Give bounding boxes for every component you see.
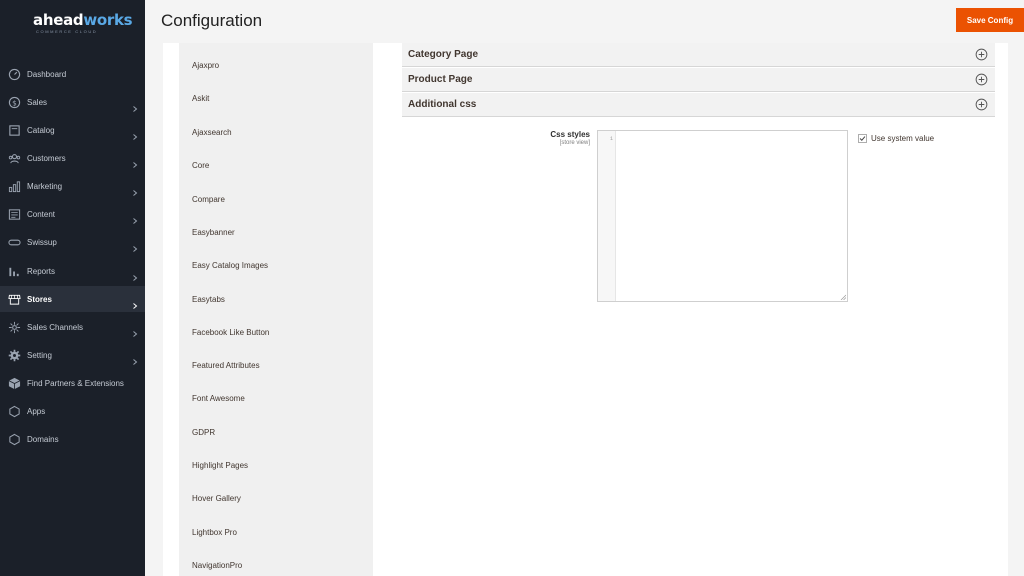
sidebar-item-reports[interactable]: Reports	[0, 258, 145, 284]
tab-navigationpro[interactable]: NavigationPro	[192, 561, 242, 570]
sidebar-item-label: Marketing	[27, 181, 63, 191]
sidebar-item-sales[interactable]: $ Sales	[0, 89, 145, 115]
sidebar-item-label: Dashboard	[27, 69, 67, 79]
tab-facebook-like-button[interactable]: Facebook Like Button	[192, 328, 269, 337]
logo-wordmark: aheadworks	[33, 11, 133, 29]
sidebar-item-label: Sales	[27, 97, 48, 107]
line-number: 1	[609, 136, 613, 142]
chevron-right-icon	[132, 99, 138, 112]
tab-lightbox-pro[interactable]: Lightbox Pro	[192, 528, 237, 537]
tab-easytabs[interactable]: Easytabs	[192, 295, 225, 304]
tab-ajaxpro[interactable]: Ajaxpro	[192, 61, 219, 70]
tab-easybanner[interactable]: Easybanner	[192, 228, 235, 237]
chevron-right-icon	[132, 239, 138, 252]
catalog-icon	[8, 124, 21, 137]
chevron-right-icon	[132, 268, 138, 281]
editor-gutter: 1	[598, 131, 616, 301]
section-title: Category Page	[408, 49, 479, 60]
section-title: Additional css	[408, 99, 477, 110]
save-config-button[interactable]: Save Config	[956, 8, 1024, 32]
sidebar-item-find-partners-extensions[interactable]: Find Partners & Extensions	[0, 370, 145, 396]
tab-compare[interactable]: Compare	[192, 195, 225, 204]
use-system-value[interactable]: Use system value	[858, 134, 934, 143]
resize-handle-icon[interactable]	[840, 294, 846, 300]
sidebar-item-dashboard[interactable]: Dashboard	[0, 61, 145, 87]
dollar-icon: $	[8, 96, 21, 109]
sidebar-item-label: Domains	[27, 434, 59, 444]
sidebar-item-setting[interactable]: Setting	[0, 342, 145, 368]
sidebar-item-stores[interactable]: Stores	[0, 286, 145, 312]
section-product-page[interactable]: Product Page	[402, 68, 995, 92]
chevron-right-icon	[132, 352, 138, 365]
section-title: Product Page	[408, 74, 473, 85]
tab-font-awesome[interactable]: Font Awesome	[192, 394, 245, 403]
tab-askit[interactable]: Askit	[192, 94, 209, 103]
customers-icon	[8, 152, 21, 165]
sidebar-item-content[interactable]: Content	[0, 201, 145, 227]
sidebar-item-catalog[interactable]: Catalog	[0, 117, 145, 143]
chevron-right-icon	[132, 296, 138, 309]
chevron-right-icon	[132, 324, 138, 337]
tab-ajaxsearch[interactable]: Ajaxsearch	[192, 128, 232, 137]
expand-plus-icon[interactable]	[975, 98, 988, 111]
sidebar-item-label: Find Partners & Extensions	[27, 378, 124, 388]
expand-plus-icon[interactable]	[975, 73, 988, 86]
use-system-value-label: Use system value	[871, 134, 935, 143]
sidebar-item-label: Content	[27, 209, 56, 219]
content-icon	[8, 208, 21, 221]
sidebar-item-label: Stores	[27, 294, 52, 304]
sidebar-item-label: Sales Channels	[27, 322, 84, 332]
scope-label: [store view]	[559, 140, 590, 146]
tab-core[interactable]: Core	[192, 161, 209, 170]
sidebar-item-swissup[interactable]: Swissup	[0, 229, 145, 255]
svg-text:$: $	[12, 98, 17, 107]
css-styles-label: Css styles	[550, 130, 590, 139]
chevron-right-icon	[132, 127, 138, 140]
sidebar-item-sales-channels[interactable]: Sales Channels	[0, 314, 145, 340]
chevron-right-icon	[132, 155, 138, 168]
admin-sidebar: aheadworks COMMERCE CLOUD Dashboard $ Sa…	[0, 0, 145, 576]
reports-icon	[8, 265, 21, 278]
tab-gdpr[interactable]: GDPR	[192, 428, 215, 437]
stores-icon	[8, 293, 21, 306]
sidebar-item-label: Catalog	[27, 125, 55, 135]
gear-icon	[8, 349, 21, 362]
sidebar-item-domains[interactable]: Domains	[0, 426, 145, 452]
apps-icon	[8, 405, 21, 418]
expand-plus-icon[interactable]	[975, 48, 988, 61]
section-additional-css[interactable]: Additional css	[402, 93, 995, 117]
tab-hover-gallery[interactable]: Hover Gallery	[192, 494, 241, 503]
logo-tagline: COMMERCE CLOUD	[36, 29, 98, 34]
domains-icon	[8, 433, 21, 446]
tab-featured-attributes[interactable]: Featured Attributes	[192, 361, 260, 370]
chevron-right-icon	[132, 211, 138, 224]
marketing-icon	[8, 180, 21, 193]
sidebar-item-label: Apps	[27, 406, 46, 416]
sidebar-item-marketing[interactable]: Marketing	[0, 173, 145, 199]
page-title: Configuration	[161, 11, 263, 30]
sidebar-item-label: Customers	[27, 153, 66, 163]
extensions-icon	[8, 377, 21, 390]
swissup-icon	[8, 236, 21, 249]
tab-highlight-pages[interactable]: Highlight Pages	[192, 461, 248, 470]
sales-channels-icon	[8, 321, 21, 334]
sidebar-item-label: Setting	[27, 350, 52, 360]
dashboard-icon	[8, 68, 21, 81]
section-category-page[interactable]: Category Page	[402, 43, 995, 67]
css-styles-editor[interactable]: 1	[597, 130, 848, 302]
tab-easy-catalog-images[interactable]: Easy Catalog Images	[192, 261, 268, 270]
sidebar-item-customers[interactable]: Customers	[0, 145, 145, 171]
logo[interactable]: aheadworks COMMERCE CLOUD	[0, 0, 145, 48]
sidebar-item-label: Reports	[27, 266, 56, 276]
chevron-right-icon	[132, 183, 138, 196]
use-system-value-checkbox[interactable]	[858, 134, 867, 143]
sidebar-item-apps[interactable]: Apps	[0, 398, 145, 424]
sidebar-item-label: Swissup	[27, 237, 57, 247]
